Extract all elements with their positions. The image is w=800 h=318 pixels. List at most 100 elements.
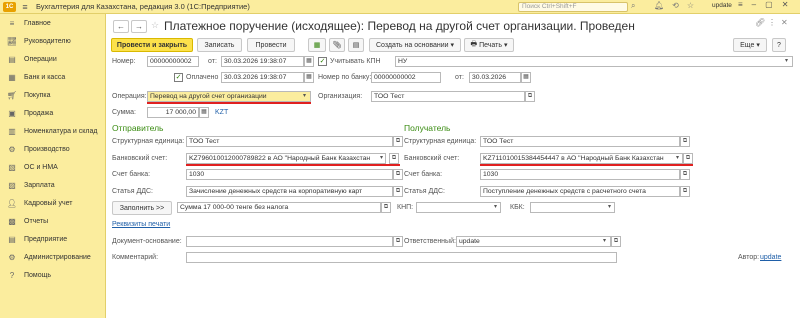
date-field[interactable]: 30.03.2026 19:38:07: [221, 56, 304, 67]
sidebar-item[interactable]: ▨ Зарплата: [0, 176, 105, 194]
favorite-star-icon[interactable]: ☆: [151, 20, 159, 31]
sidebar-item[interactable]: ▦ Банк и касса: [0, 68, 105, 86]
bank-number-field[interactable]: 00000000002: [371, 72, 441, 83]
back-button[interactable]: ←: [113, 20, 129, 33]
sidebar-item[interactable]: ▣ Продажа: [0, 104, 105, 122]
sender-bank-acc-open-icon[interactable]: ⧉: [393, 169, 403, 180]
global-search-input[interactable]: Поиск Ctrl+Shift+F: [518, 2, 628, 12]
journal-icon[interactable]: ▦: [308, 38, 326, 52]
minimize-icon[interactable]: –: [752, 0, 756, 9]
receiver-account-open-icon[interactable]: ⧉: [683, 153, 693, 164]
kpn-field[interactable]: НУ: [395, 56, 793, 67]
current-user[interactable]: update: [712, 2, 732, 9]
close-form-icon[interactable]: ✕: [781, 18, 788, 27]
receiver-dds-field[interactable]: Поступление денежных средств с расчетног…: [480, 186, 680, 197]
sender-bank-acc-field[interactable]: 1030: [186, 169, 393, 180]
payment-purpose-open-icon[interactable]: ⧉: [381, 202, 391, 213]
sender-account-label: Банковский счет:: [112, 155, 168, 162]
receiver-account-dropdown-icon[interactable]: ▾: [676, 154, 679, 161]
sender-dds-open-icon[interactable]: ⧉: [393, 186, 403, 197]
base-document-open-icon[interactable]: ⧉: [393, 236, 403, 247]
bell-icon[interactable]: 🔔︎: [654, 1, 664, 10]
maximize-icon[interactable]: ▢: [765, 0, 773, 9]
attachment-icon[interactable]: 📎︎: [329, 38, 345, 52]
sender-account-dropdown-icon[interactable]: ▾: [380, 154, 383, 161]
base-document-label: Документ-основание:: [112, 238, 182, 245]
paid-date-field[interactable]: 30.03.2026 19:38:07: [221, 72, 304, 83]
fill-button[interactable]: Заполнить >>: [112, 201, 172, 215]
kpn-dropdown-icon[interactable]: ▾: [785, 57, 788, 64]
post-button[interactable]: Провести: [247, 38, 295, 52]
more-actions-label: Еще: [740, 41, 755, 49]
kbk-field[interactable]: [530, 202, 615, 213]
base-document-field[interactable]: [186, 236, 393, 247]
organization-open-icon[interactable]: ⧉: [525, 91, 535, 102]
sidebar-item[interactable]: ▤ Операции: [0, 50, 105, 68]
bank-calendar-icon[interactable]: ▦: [521, 72, 531, 83]
sender-dds-field[interactable]: Зачисление денежных средств на корпорати…: [186, 186, 393, 197]
kbk-dropdown-icon[interactable]: ▾: [608, 203, 611, 210]
sidebar-item[interactable]: 👤︎ Кадровый учет: [0, 194, 105, 212]
responsible-field[interactable]: update: [456, 236, 611, 247]
more-actions-button[interactable]: Еще ▾: [733, 38, 767, 52]
calendar-icon[interactable]: ▦: [304, 56, 314, 67]
sidebar-item[interactable]: ? Помощь: [0, 266, 105, 284]
print-button[interactable]: 🖶︎ Печать ▾: [464, 38, 514, 52]
kpn-checkbox[interactable]: ✓: [318, 57, 327, 66]
operation-dropdown-icon[interactable]: ▾: [303, 92, 306, 99]
payment-purpose-field[interactable]: Сумма 17 000-00 тенге без налога: [177, 202, 381, 213]
paid-calendar-icon[interactable]: ▦: [304, 72, 314, 83]
create-based-on-button[interactable]: Создать на основании ▾: [369, 38, 461, 52]
sidebar-item[interactable]: ⚙ Производство: [0, 140, 105, 158]
sidebar-item[interactable]: ▤ Предприятие: [0, 230, 105, 248]
knp-field[interactable]: [416, 202, 501, 213]
paid-checkbox[interactable]: ✓: [174, 73, 183, 82]
main-menu-icon[interactable]: ≡: [18, 2, 32, 12]
sender-unit-open-icon[interactable]: ⧉: [393, 136, 403, 147]
receiver-bank-acc-field[interactable]: 1030: [480, 169, 680, 180]
comment-field[interactable]: [186, 252, 617, 263]
star-icon[interactable]: ☆: [687, 1, 694, 10]
responsible-dropdown-icon[interactable]: ▾: [603, 237, 606, 244]
responsible-open-icon[interactable]: ⧉: [611, 236, 621, 247]
sidebar-item[interactable]: 🛒︎ Покупка: [0, 86, 105, 104]
save-button[interactable]: Записать: [197, 38, 242, 52]
bank-date-label: от:: [455, 74, 464, 81]
sidebar-item[interactable]: ▥ Номенклатура и склад: [0, 122, 105, 140]
sidebar-item[interactable]: ▩ Отчеты: [0, 212, 105, 230]
receiver-unit-open-icon[interactable]: ⧉: [680, 136, 690, 147]
sidebar-item[interactable]: ▧ ОС и НМА: [0, 158, 105, 176]
receiver-unit-field[interactable]: ТОО Тест: [480, 136, 680, 147]
forward-button[interactable]: →: [131, 20, 147, 33]
calculator-icon[interactable]: ▦: [199, 107, 209, 118]
sidebar-item-label: Покупка: [24, 91, 51, 99]
operation-select[interactable]: Перевод на другой счет организации: [147, 91, 311, 102]
sender-account-field[interactable]: KZ796010012000789822 в АО "Народный Банк…: [186, 153, 386, 164]
knp-dropdown-icon[interactable]: ▾: [494, 203, 497, 210]
sidebar-item[interactable]: ⚙ Администрирование: [0, 248, 105, 266]
sender-account-open-icon[interactable]: ⧉: [389, 153, 399, 164]
sum-field[interactable]: 17 000,00: [147, 107, 199, 118]
sender-unit-field[interactable]: ТОО Тест: [186, 136, 393, 147]
receiver-account-field[interactable]: KZ711010015384454447 в АО "Народный Банк…: [480, 153, 683, 164]
history-icon[interactable]: ⟲: [672, 1, 679, 10]
bank-number-label: Номер по банку:: [318, 74, 372, 81]
receiver-dds-open-icon[interactable]: ⧉: [680, 186, 690, 197]
bank-date-field[interactable]: 30.03.2026: [469, 72, 521, 83]
author-link[interactable]: update: [760, 254, 781, 261]
help-button[interactable]: ?: [772, 38, 786, 52]
organization-field[interactable]: ТОО Тест: [371, 91, 525, 102]
receiver-bank-acc-open-icon[interactable]: ⧉: [680, 169, 690, 180]
sidebar-item-label: Номенклатура и склад: [24, 127, 98, 135]
link-icon[interactable]: 🔗︎: [755, 18, 765, 27]
print-details-link[interactable]: Реквизиты печати: [112, 221, 170, 228]
number-field[interactable]: 00000000002: [147, 56, 199, 67]
search-icon[interactable]: ⌕: [631, 1, 635, 11]
sidebar-item[interactable]: ≡ Главное: [0, 14, 105, 32]
post-and-close-button[interactable]: Провести и закрыть: [111, 38, 193, 52]
settings-icon[interactable]: ≡: [738, 0, 743, 9]
more-icon[interactable]: ⋮: [768, 18, 776, 27]
close-icon[interactable]: ✕: [782, 0, 789, 9]
structure-icon[interactable]: ▤: [348, 38, 364, 52]
sidebar-item[interactable]: 📈︎ Руководителю: [0, 32, 105, 50]
